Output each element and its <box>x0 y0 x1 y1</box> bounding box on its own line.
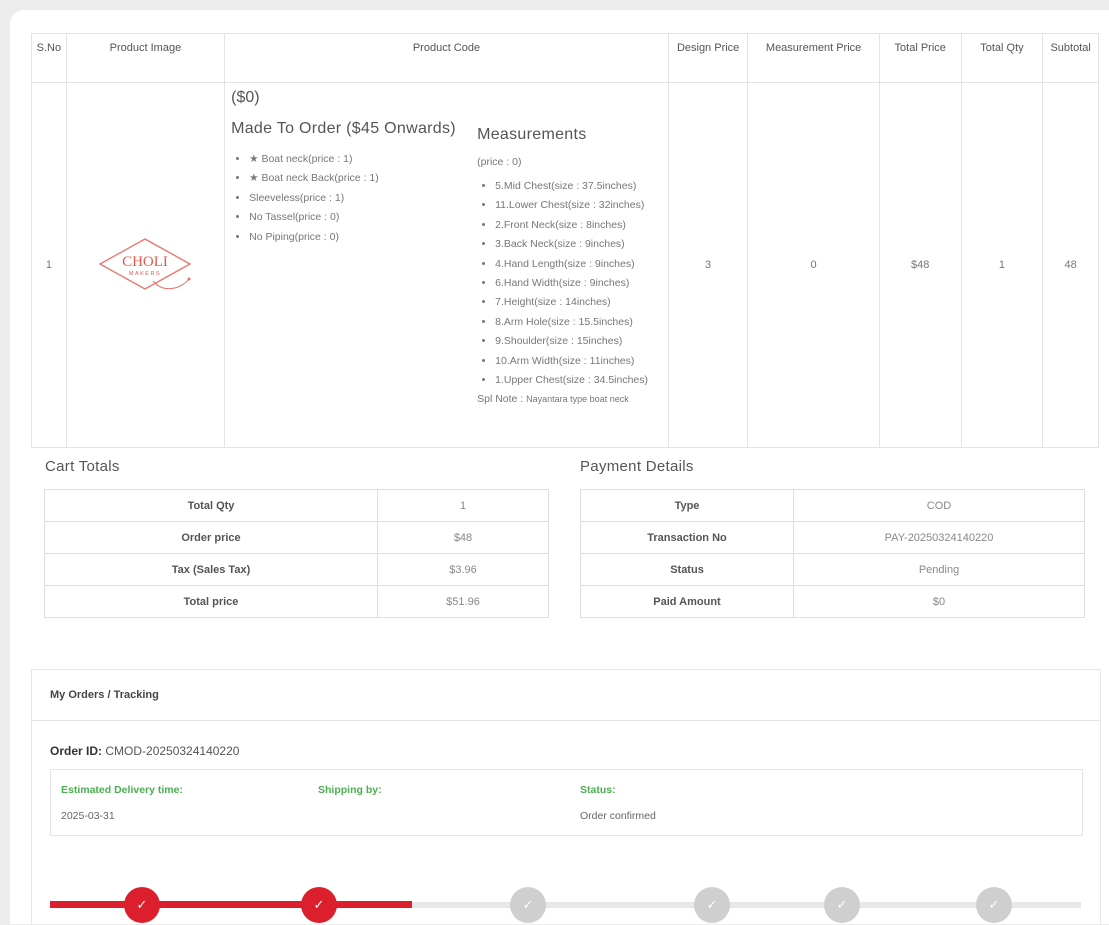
option-item: ★ Boat neck(price : 1) <box>249 150 477 169</box>
cart-totals-label: Total Qty <box>44 489 378 522</box>
cart-totals-table: Total Qty 1 Order price $48 Tax (Sales Tax) $… <box>44 489 549 618</box>
col-header-product-code: Product Code <box>224 33 669 83</box>
cell-total-price: $48 <box>878 82 962 448</box>
status-label: Status: <box>580 784 616 796</box>
tracking-header: My Orders / Tracking <box>32 670 1100 721</box>
cart-totals-row: Order price $48 <box>44 521 549 554</box>
cart-totals-value: 1 <box>377 489 549 522</box>
cell-measurement-price: 0 <box>747 82 880 448</box>
estimated-delivery-value: 2025-03-31 <box>61 810 115 822</box>
payment-details-table: Type COD Transaction No PAY-20250324140220 S… <box>580 489 1085 618</box>
cart-totals-title: Cart Totals <box>45 458 120 475</box>
col-header-total-price: Total Price <box>878 33 962 83</box>
measurement-item: 3.Back Neck(size : 9inches) <box>495 235 662 254</box>
cart-totals-label: Total price <box>44 585 378 618</box>
cart-totals-label: Tax (Sales Tax) <box>44 553 378 586</box>
measurement-item: 11.Lower Chest(size : 32inches) <box>495 196 662 215</box>
col-header-total-qty: Total Qty <box>960 33 1044 83</box>
order-items-table: S.No Product Image Product Code Design P… <box>31 33 1099 448</box>
table-header-row: S.No Product Image Product Code Design P… <box>31 33 1099 83</box>
cart-totals-value: $3.96 <box>377 553 549 586</box>
measurement-item: 1.Upper Chest(size : 34.5inches) <box>495 371 662 390</box>
option-item: ★ Boat neck Back(price : 1) <box>249 169 477 188</box>
svg-text:CHOLI: CHOLI <box>123 254 169 270</box>
payment-details-title: Payment Details <box>580 458 694 475</box>
progress-step-5-check-icon: ✓ <box>824 887 860 923</box>
delivery-info-box: Estimated Delivery time: 2025-03-31 Ship… <box>50 769 1083 836</box>
table-row: 1 CHOLI MAKERS ($0) Made To Order ($45 O… <box>31 82 1099 448</box>
estimated-delivery-label: Estimated Delivery time: <box>61 784 183 796</box>
option-item: Sleeveless(price : 1) <box>249 189 477 208</box>
payment-details-value: COD <box>793 489 1085 522</box>
cell-product-code: ($0) Made To Order ($45 Onwards) ★ Boat … <box>224 82 669 448</box>
measurements-list: 5.Mid Chest(size : 37.5inches)11.Lower C… <box>477 177 662 390</box>
col-header-design-price: Design Price <box>667 33 749 83</box>
measurement-item: 10.Arm Width(size : 11inches) <box>495 352 662 371</box>
measurement-item: 5.Mid Chest(size : 37.5inches) <box>495 177 662 196</box>
measurement-item: 7.Height(size : 14inches) <box>495 293 662 312</box>
measurement-item: 4.Hand Length(size : 9inches) <box>495 255 662 274</box>
option-item: No Piping(price : 0) <box>249 228 477 247</box>
cell-sno: 1 <box>31 82 67 448</box>
cart-totals-value: $51.96 <box>377 585 549 618</box>
payment-details-label: Type <box>580 489 794 522</box>
payment-details-row: Transaction No PAY-20250324140220 <box>580 521 1085 554</box>
shipping-by-label: Shipping by: <box>318 784 382 796</box>
payment-details-label: Transaction No <box>580 521 794 554</box>
product-base-price: ($0) <box>231 89 260 106</box>
measurement-item: 9.Shoulder(size : 15inches) <box>495 332 662 351</box>
col-header-product-image: Product Image <box>65 33 226 83</box>
payment-details-label: Paid Amount <box>580 585 794 618</box>
col-header-measurement-price: Measurement Price <box>747 33 880 83</box>
payment-details-row: Paid Amount $0 <box>580 585 1085 618</box>
cart-totals-row: Total Qty 1 <box>44 489 549 522</box>
status-value: Order confirmed <box>580 810 656 822</box>
choli-makers-logo[interactable]: CHOLI MAKERS <box>93 235 197 295</box>
cell-design-price: 3 <box>667 82 749 448</box>
order-tracking-panel: My Orders / Tracking Order ID: CMOD-2025… <box>31 669 1101 925</box>
payment-details-value: Pending <box>793 553 1085 586</box>
payment-details-row: Status Pending <box>580 553 1085 586</box>
option-item: No Tassel(price : 0) <box>249 208 477 227</box>
payment-details-value: PAY-20250324140220 <box>793 521 1085 554</box>
measurements-title: Measurements <box>477 126 587 143</box>
measurement-item: 2.Front Neck(size : 8inches) <box>495 216 662 235</box>
payment-details-row: Type COD <box>580 489 1085 522</box>
cart-totals-value: $48 <box>377 521 549 554</box>
measurement-item: 8.Arm Hole(size : 15.5inches) <box>495 313 662 332</box>
measurements-block: Measurements (price : 0) 5.Mid Chest(siz… <box>477 89 662 405</box>
cell-product-image: CHOLI MAKERS <box>65 82 226 448</box>
order-id: Order ID: CMOD-20250324140220 <box>50 744 240 758</box>
col-header-subtotal: Subtotal <box>1042 33 1099 83</box>
svg-text:MAKERS: MAKERS <box>129 271 161 277</box>
special-note: Spl Note : Nayantara type boat neck <box>477 393 629 406</box>
product-options: ($0) Made To Order ($45 Onwards) ★ Boat … <box>231 89 477 405</box>
cart-totals-row: Total price $51.96 <box>44 585 549 618</box>
payment-details-value: $0 <box>793 585 1085 618</box>
progress-step-3-check-icon: ✓ <box>510 887 546 923</box>
progress-step-1-check-icon: ✓ <box>124 887 160 923</box>
made-to-order-title: Made To Order ($45 Onwards) <box>231 120 456 137</box>
measurements-price: (price : 0) <box>477 156 522 168</box>
cart-totals-row: Tax (Sales Tax) $3.96 <box>44 553 549 586</box>
col-header-sno: S.No <box>31 33 67 83</box>
cell-total-qty: 1 <box>960 82 1044 448</box>
progress-step-4-check-icon: ✓ <box>694 887 730 923</box>
measurement-item: 6.Hand Width(size : 9inches) <box>495 274 662 293</box>
cart-totals-label: Order price <box>44 521 378 554</box>
cell-subtotal: 48 <box>1042 82 1099 448</box>
progress-fill <box>50 901 412 908</box>
progress-step-2-check-icon: ✓ <box>301 887 337 923</box>
options-list: ★ Boat neck(price : 1)★ Boat neck Back(p… <box>231 150 477 247</box>
payment-details-label: Status <box>580 553 794 586</box>
progress-step-6-check-icon: ✓ <box>976 887 1012 923</box>
